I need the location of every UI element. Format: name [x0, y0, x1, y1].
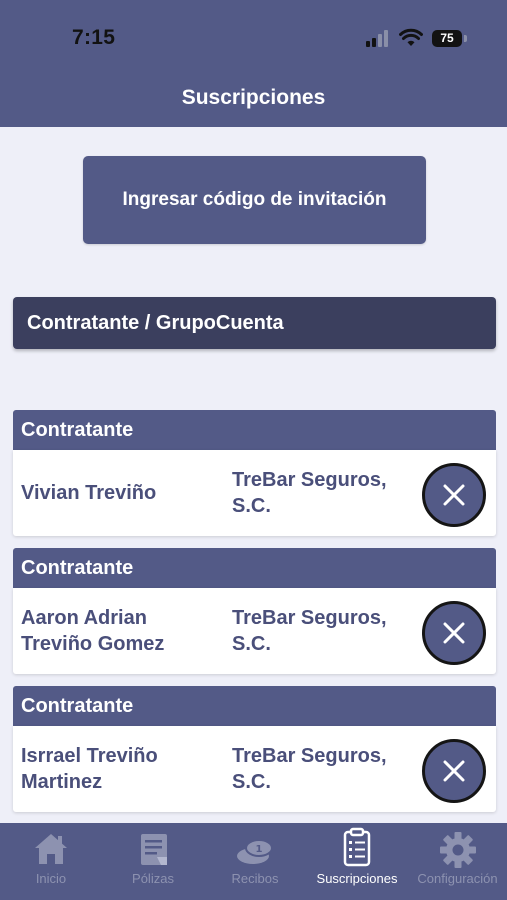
svg-text:1: 1: [256, 844, 263, 855]
cellular-signal-icon: [366, 30, 392, 47]
tab-label: Suscripciones: [316, 871, 398, 886]
tab-label: Recibos: [231, 871, 279, 886]
remove-subscription-button[interactable]: [422, 739, 486, 803]
status-bar: 7:15 75: [0, 0, 507, 60]
remove-subscription-button[interactable]: [422, 601, 486, 665]
card-header: Contratante: [13, 410, 496, 450]
subscription-card: Contratante Aaron Adrian Treviño Gomez Tr…: [13, 548, 496, 674]
policy-document-icon: [141, 834, 167, 865]
tab-label: Inicio: [35, 871, 67, 886]
clipboard-list-icon: [343, 827, 371, 867]
close-icon: [443, 622, 465, 644]
subscription-card: Contratante Vivian Treviño TreBar Seguro…: [13, 410, 496, 536]
group-header: Contratante / GrupoCuenta: [13, 297, 496, 349]
subscriber-name: Aaron Adrian Treviño Gomez: [21, 607, 165, 655]
gear-icon: [439, 832, 476, 868]
card-header: Contratante: [13, 548, 496, 588]
close-icon: [443, 760, 465, 782]
tab-suscripciones[interactable]: Suscripciones: [306, 823, 408, 900]
tab-polizas[interactable]: Pólizas: [102, 823, 204, 900]
wifi-icon: [399, 28, 423, 46]
company-name: TreBar Seguros, S.C.: [232, 469, 387, 517]
battery-cap: [464, 35, 467, 42]
tab-recibos[interactable]: 1 Recibos: [204, 823, 306, 900]
coins-icon: 1: [237, 839, 273, 864]
card-body: Aaron Adrian Treviño Gomez TreBar Seguros…: [13, 588, 496, 674]
card-body: Isrrael Treviño Martinez TreBar Seguros, S…: [13, 726, 496, 812]
app-header: 7:15 75 Suscripciones: [0, 0, 507, 127]
subscription-card: Contratante Isrrael Treviño Martinez TreB…: [13, 686, 496, 812]
tab-label: Configuración: [417, 871, 498, 886]
tab-bar: Inicio Pólizas 1 Recibos Suscripciones C…: [0, 823, 507, 900]
home-icon: [35, 834, 67, 864]
company-name: TreBar Seguros, S.C.: [232, 607, 387, 655]
tab-label: Pólizas: [132, 871, 174, 886]
battery-icon: 75: [432, 30, 462, 47]
remove-subscription-button[interactable]: [422, 463, 486, 527]
card-header: Contratante: [13, 686, 496, 726]
tab-configuracion[interactable]: Configuración: [408, 823, 507, 900]
status-time: 7:15: [72, 26, 116, 49]
card-body: Vivian Treviño TreBar Seguros, S.C.: [13, 450, 496, 536]
enter-invitation-code-button[interactable]: Ingresar código de invitación: [83, 156, 426, 244]
tab-inicio[interactable]: Inicio: [0, 823, 102, 900]
company-name: TreBar Seguros, S.C.: [232, 745, 387, 793]
page-title: Suscripciones: [181, 86, 326, 109]
subscriber-name: Isrrael Treviño Martinez: [21, 745, 158, 793]
close-icon: [443, 484, 465, 506]
subscriber-name: Vivian Treviño: [21, 482, 157, 504]
